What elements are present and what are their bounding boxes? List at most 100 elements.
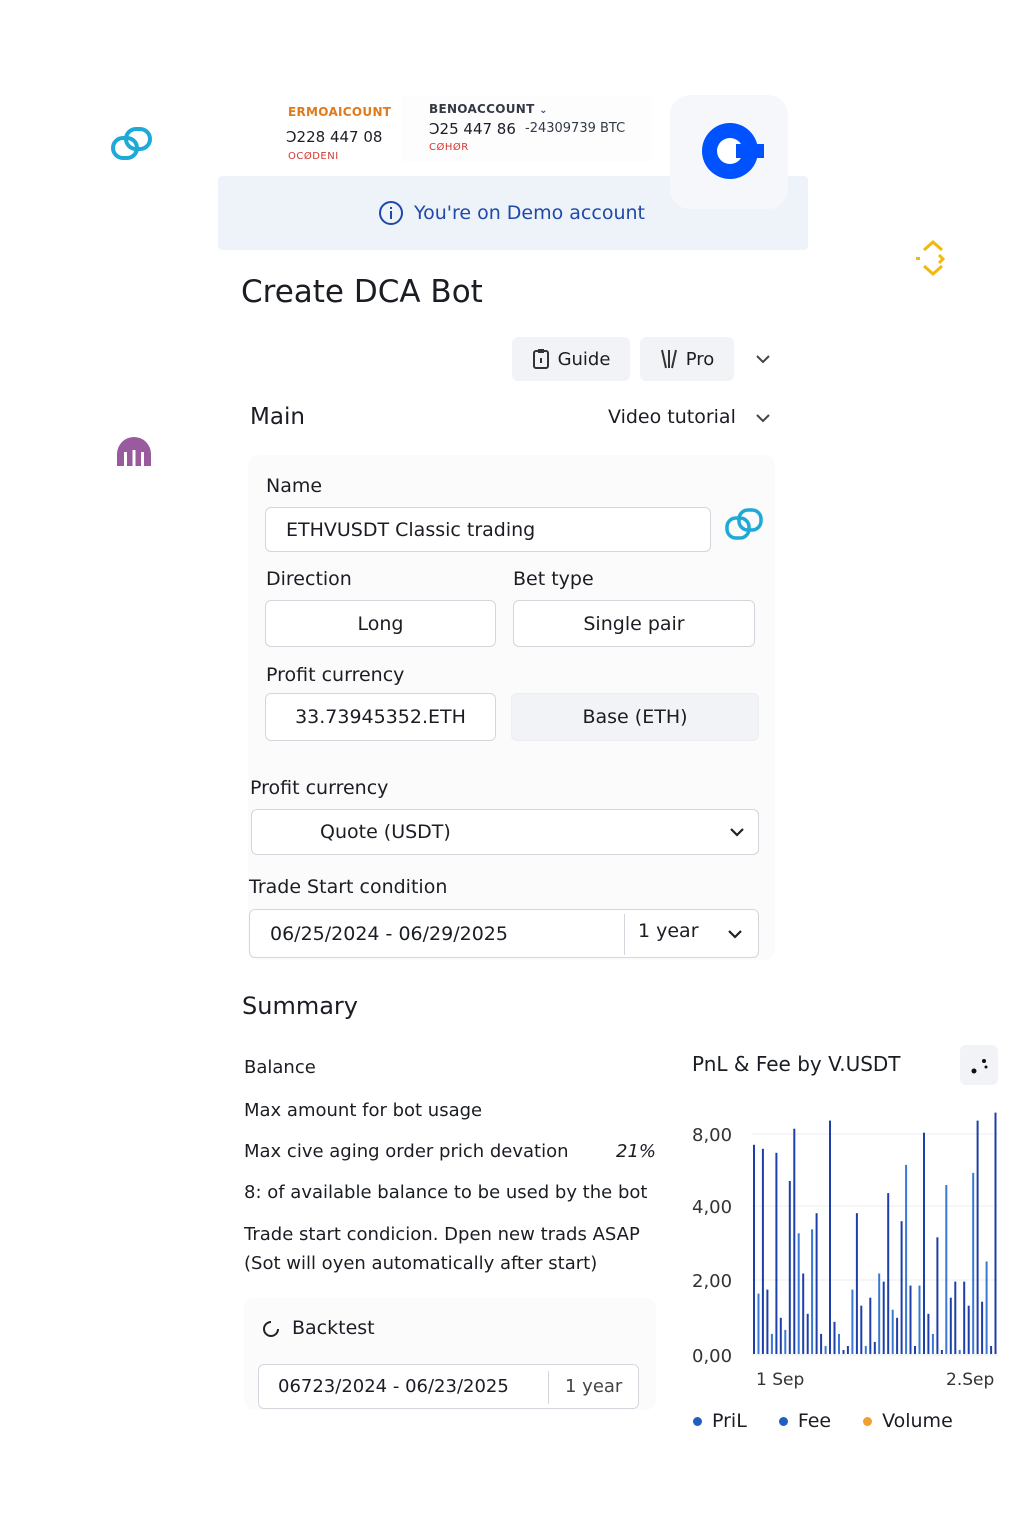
backtest-toggle[interactable]: Backtest — [292, 1317, 375, 1339]
chart-bar — [905, 1164, 908, 1354]
pnl-chart: 8,00 4,00 2,00 0,00 1 Sep 2.Sep — [692, 1112, 998, 1390]
legend-dot — [693, 1417, 702, 1426]
period-value[interactable]: 1 year — [638, 920, 699, 942]
chart-legend: PriL Fee Volume — [693, 1410, 953, 1432]
trade-start-label: Trade Start condition — [249, 876, 448, 898]
chart-bar — [887, 1193, 890, 1354]
chart-bar — [963, 1281, 966, 1354]
chart-bar — [981, 1301, 984, 1354]
chart-bar — [923, 1132, 925, 1354]
gemini-icon — [725, 508, 763, 540]
legend-item-fee[interactable]: Fee — [778, 1410, 831, 1432]
name-input[interactable]: ETHVUSDT Classic trading — [265, 507, 711, 552]
chart-bar — [972, 1172, 975, 1354]
backtest-period-value[interactable]: 1 year — [565, 1376, 622, 1397]
chart-bar — [838, 1333, 840, 1354]
legend-item-pril[interactable]: PriL — [693, 1410, 747, 1432]
chart-bar — [900, 1221, 903, 1354]
chart-bar — [757, 1293, 760, 1354]
x-tick-label: 1 Sep — [756, 1370, 804, 1390]
chart-bar — [896, 1317, 899, 1354]
guide-label: Guide — [557, 348, 611, 370]
chart-bar — [820, 1333, 823, 1354]
chevron-down-icon[interactable] — [754, 352, 772, 366]
direction-label: Direction — [266, 568, 352, 590]
legend-item-volume[interactable]: Volume — [863, 1410, 953, 1432]
chart-bar — [990, 1346, 993, 1354]
base-currency-button[interactable]: Base (ETH) — [511, 693, 759, 741]
account-card-1[interactable]: ERMOAICOUNT Ɔ228 447 08 OCØDENI — [278, 96, 393, 166]
main-heading: Main — [250, 404, 305, 430]
summary-available-balance: 8: of available balance to be used by th… — [244, 1182, 648, 1203]
chart-bar — [949, 1297, 952, 1354]
trade-date-range[interactable]: 06/25/2024 - 06/29/2025 1 year — [249, 909, 759, 958]
y-tick-label: 8,00 — [692, 1125, 732, 1146]
account-number: Ɔ228 447 08 — [286, 128, 383, 146]
chart-bar — [784, 1329, 787, 1354]
account-sub: CØHØR — [429, 142, 469, 153]
quote-currency-select[interactable]: Quote (USDT) — [251, 809, 759, 855]
chart-bar — [833, 1321, 836, 1354]
chart-bar — [976, 1120, 979, 1354]
chart-bar — [945, 1185, 948, 1354]
legend-label: Volume — [882, 1410, 953, 1432]
legend-label: PriL — [712, 1410, 747, 1432]
kraken-logo-icon — [117, 437, 151, 468]
expand-icon — [971, 1059, 988, 1074]
chart-bar — [954, 1281, 957, 1354]
chart-bar — [878, 1273, 881, 1354]
summary-trade-start-2: (Sot will oyen automatically after start… — [244, 1253, 598, 1274]
chart-bar — [846, 1346, 849, 1354]
chart-bar — [927, 1313, 930, 1354]
chart-title: PnL & Fee by V.USDT — [692, 1052, 901, 1076]
summary-balance: Balance — [244, 1057, 316, 1078]
demo-banner-text: You're on Demo account — [414, 202, 645, 224]
quote-currency-value: Quote (USDT) — [320, 821, 451, 843]
chart-bar — [829, 1120, 831, 1354]
page-title: Create DCA Bot — [241, 274, 483, 310]
video-tutorial-link[interactable]: Video tutorial — [608, 406, 736, 428]
chart-bar — [815, 1213, 818, 1354]
bet-type-value: Single pair — [583, 612, 685, 635]
chevron-down-icon[interactable] — [754, 411, 772, 425]
chart-bar — [855, 1213, 858, 1354]
chart-menu-button[interactable] — [960, 1045, 998, 1085]
chart-bar — [985, 1261, 988, 1354]
chart-bar — [869, 1297, 872, 1354]
chart-bar — [797, 1233, 800, 1354]
guide-button[interactable]: Guide — [512, 337, 630, 381]
chart-bar — [802, 1273, 805, 1354]
chevron-down-icon — [730, 828, 744, 837]
pro-button[interactable]: Pro — [640, 337, 734, 381]
chart-bar — [931, 1333, 934, 1354]
backtest-date-range[interactable]: 06723/2024 - 06/23/2025 1 year — [258, 1364, 639, 1409]
profit-amount-input[interactable]: 33.73945352.ETH — [265, 693, 496, 741]
direction-select[interactable]: Long — [265, 600, 496, 647]
chart-bar — [918, 1285, 921, 1354]
x-tick-label: 2.Sep — [946, 1370, 994, 1390]
bet-type-select[interactable]: Single pair — [513, 600, 755, 647]
binance-logo-icon — [916, 239, 946, 277]
bet-type-label: Bet type — [513, 568, 594, 590]
account-card-2[interactable]: BENOACCOUNT ⌄ Ɔ25 447 86 -24309739 BTC C… — [402, 96, 652, 162]
chart-bar — [882, 1281, 885, 1354]
chart-bar — [766, 1289, 769, 1354]
legend-dot — [863, 1417, 873, 1426]
y-tick-label: 4,00 — [692, 1197, 732, 1218]
chart-bar — [851, 1289, 854, 1354]
chart-bar — [891, 1309, 894, 1354]
chevron-down-icon: ⌄ — [539, 105, 548, 116]
chart-bar — [909, 1285, 912, 1354]
chart-bar — [873, 1341, 876, 1354]
account-btc-value: -24309739 BTC — [525, 121, 626, 136]
chart-bar — [860, 1305, 863, 1354]
gemini-logo-icon — [111, 127, 152, 160]
chart-bar — [940, 1350, 943, 1354]
name-input-value: ETHVUSDT Classic trading — [286, 518, 536, 541]
chart-bar — [994, 1112, 997, 1354]
y-tick-label: 2,00 — [692, 1271, 732, 1292]
chart-bar — [914, 1346, 916, 1354]
chart-bar — [936, 1237, 939, 1354]
account-sub: OCØDENI — [288, 151, 339, 162]
refresh-icon — [263, 1321, 279, 1337]
